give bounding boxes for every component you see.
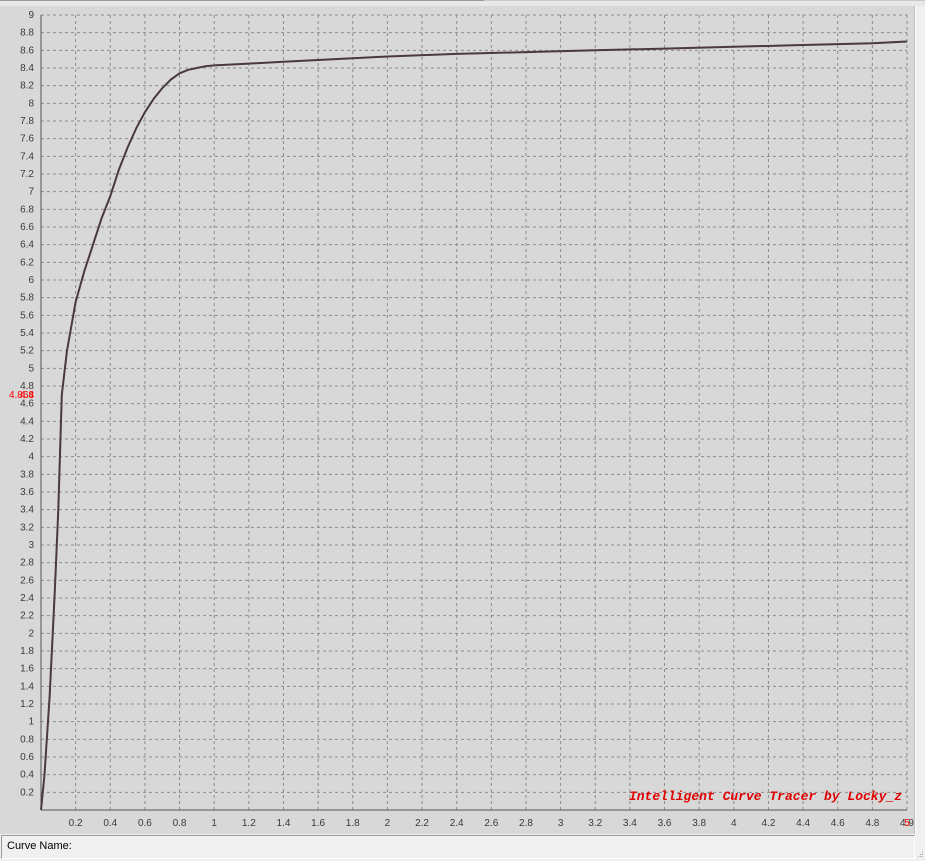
plot-area[interactable]: 0.2 0.4 0.6 0.8 1 1.2 1.4 1.6 1.8 2 2.2 2.4 2.6 2.8 3 3… [0,6,915,834]
x-tick-label: 0.8 [173,818,187,829]
y-tick-label: 5.4 [20,328,34,339]
y-tick-label: 8.8 [20,28,34,39]
y-tick-label: 8 [28,98,34,109]
x-tick-label: 4.6 [831,818,845,829]
x-tick-label: 2 [385,818,391,829]
y-tick-labels: 0.2 0.4 0.6 0.8 1 1.2 1.4 1.6 1.8 2 2.2 2.4 2.6 2.8 3 3… [20,10,34,798]
y-tick-label: 3.2 [20,522,34,533]
y-tick-label: 5.8 [20,293,34,304]
axes [40,15,907,811]
y-tick-label: 0.2 [20,787,34,798]
x-tick-label: 4.8 [865,818,879,829]
x-tick-label: 3.2 [588,818,602,829]
x-tick-label: 1.2 [242,818,256,829]
x-tick-label: 2.6 [484,818,498,829]
y-tick-label: 2.4 [20,593,34,604]
x-tick-label: 2.8 [519,818,533,829]
status-bar: Curve Name: [0,834,925,861]
y-tick-label: 1 [28,717,34,728]
y-tick-label: 4.2 [20,434,34,445]
x-tick-label: 3.8 [692,818,706,829]
x-tick-label: 4.4 [796,818,810,829]
y-tick-label: 8.6 [20,45,34,56]
right-edge-panel [915,6,925,834]
y-tick-label: 2.6 [20,575,34,586]
y-tick-label: 8.4 [20,63,34,74]
x-tick-label: 1.4 [277,818,291,829]
top-divider-right [484,0,925,1]
y-tick-label: 7.2 [20,169,34,180]
top-divider-left [0,0,484,1]
y-tick-label: 3.8 [20,469,34,480]
y-tick-label: 1.8 [20,646,34,657]
x-tick-label: 3.4 [623,818,637,829]
grid-lines [41,14,908,810]
y-tick-label: 0.4 [20,770,34,781]
y-tick-label: 6.8 [20,204,34,215]
x-readout-value: 5 [904,818,910,829]
x-tick-label: 2.4 [450,818,464,829]
y-tick-label: 5.6 [20,310,34,321]
y-tick-label: 6.2 [20,257,34,268]
y-tick-label: 5 [28,363,34,374]
x-tick-labels: 0.2 0.4 0.6 0.8 1 1.2 1.4 1.6 1.8 2 2.2 2.4 2.6 2.8 3 3… [69,818,880,829]
y-tick-label: 1.2 [20,699,34,710]
x-tick-label: 4 [731,818,737,829]
x-tick-label: 3.6 [658,818,672,829]
y-tick-label: 1.4 [20,681,34,692]
x-tick-label: 1 [211,818,217,829]
x-tick-label: 1.8 [346,818,360,829]
y-tick-label: 7.6 [20,134,34,145]
chart-canvas[interactable]: 0.2 0.4 0.6 0.8 1 1.2 1.4 1.6 1.8 2 2.2 2.4 2.6 2.8 3 3… [0,6,914,834]
x-tick-label: 2.2 [415,818,429,829]
curve-name-field[interactable]: Curve Name: [1,835,915,859]
y-tick-label: 3.4 [20,505,34,516]
x-tick-label: 1.6 [311,818,325,829]
y-tick-label: 5.2 [20,346,34,357]
x-tick-label: 0.4 [103,818,117,829]
y-tick-label: 3 [28,540,34,551]
watermark-text: Intelligent Curve Tracer by Locky_z [629,789,902,804]
y-tick-label: 2.8 [20,558,34,569]
y-tick-label: 1.6 [20,664,34,675]
x-tick-label: 4.2 [761,818,775,829]
y-tick-label: 0.6 [20,752,34,763]
y-tick-label: 6.4 [20,240,34,251]
y-tick-label: 3.6 [20,487,34,498]
y-tick-label: 9 [28,10,34,21]
curve-name-label: Curve Name: [7,840,72,852]
y-tick-label: 6.6 [20,222,34,233]
y-tick-label: 0.8 [20,734,34,745]
y-tick-label: 7.4 [20,151,34,162]
y-readout-value: 4.864 [9,390,34,401]
resize-grip-icon[interactable] [914,850,924,860]
y-tick-label: 4 [28,452,34,463]
y-tick-label: 2.2 [20,611,34,622]
y-tick-label: 4.4 [20,416,34,427]
x-tick-label: 0.2 [69,818,83,829]
y-tick-label: 2 [28,628,34,639]
x-tick-label: 3 [558,818,564,829]
curve-tracer-window: 0.2 0.4 0.6 0.8 1 1.2 1.4 1.6 1.8 2 2.2 2.4 2.6 2.8 3 3… [0,0,925,861]
y-tick-label: 7 [28,187,34,198]
y-tick-label: 8.2 [20,81,34,92]
y-tick-label: 6 [28,275,34,286]
x-tick-label: 0.6 [138,818,152,829]
y-tick-label: 7.8 [20,116,34,127]
